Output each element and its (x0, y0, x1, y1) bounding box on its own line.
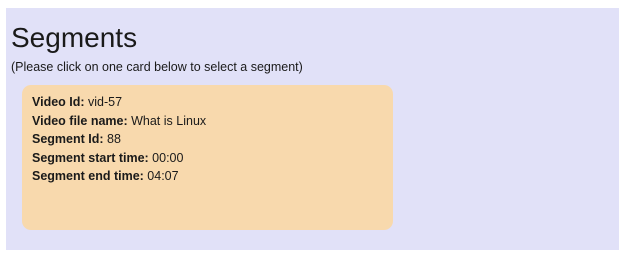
field-value: What is Linux (131, 113, 207, 128)
field-label: Video file name: (32, 113, 132, 128)
segments-panel: Segments (Please click on one card below… (6, 8, 619, 250)
field-value: 00:00 (152, 150, 184, 165)
field-value: vid-57 (88, 95, 123, 109)
segment-id-field: Segment Id: 88 (32, 130, 206, 149)
segment-end-time-field: Segment end time: 04:07 (32, 167, 206, 186)
field-label: Video Id: (32, 95, 89, 109)
video-file-name-field: Video file name: What is Linux (32, 112, 206, 131)
page-instructions: (Please click on one card below to selec… (11, 60, 303, 74)
field-label: Segment end time: (32, 169, 148, 183)
field-label: Segment start time: (32, 150, 153, 165)
segment-start-time-field: Segment start time: 00:00 (32, 149, 206, 168)
video-id-field: Video Id: vid-57 (32, 93, 206, 112)
segment-card[interactable]: Video Id: vid-57 Video file name: What i… (22, 85, 393, 230)
page-title: Segments (11, 22, 138, 53)
segment-card-fields: Video Id: vid-57 Video file name: What i… (32, 93, 206, 186)
field-label: Segment Id: (32, 132, 108, 146)
field-value: 04:07 (147, 169, 179, 183)
field-value: 88 (107, 132, 121, 146)
